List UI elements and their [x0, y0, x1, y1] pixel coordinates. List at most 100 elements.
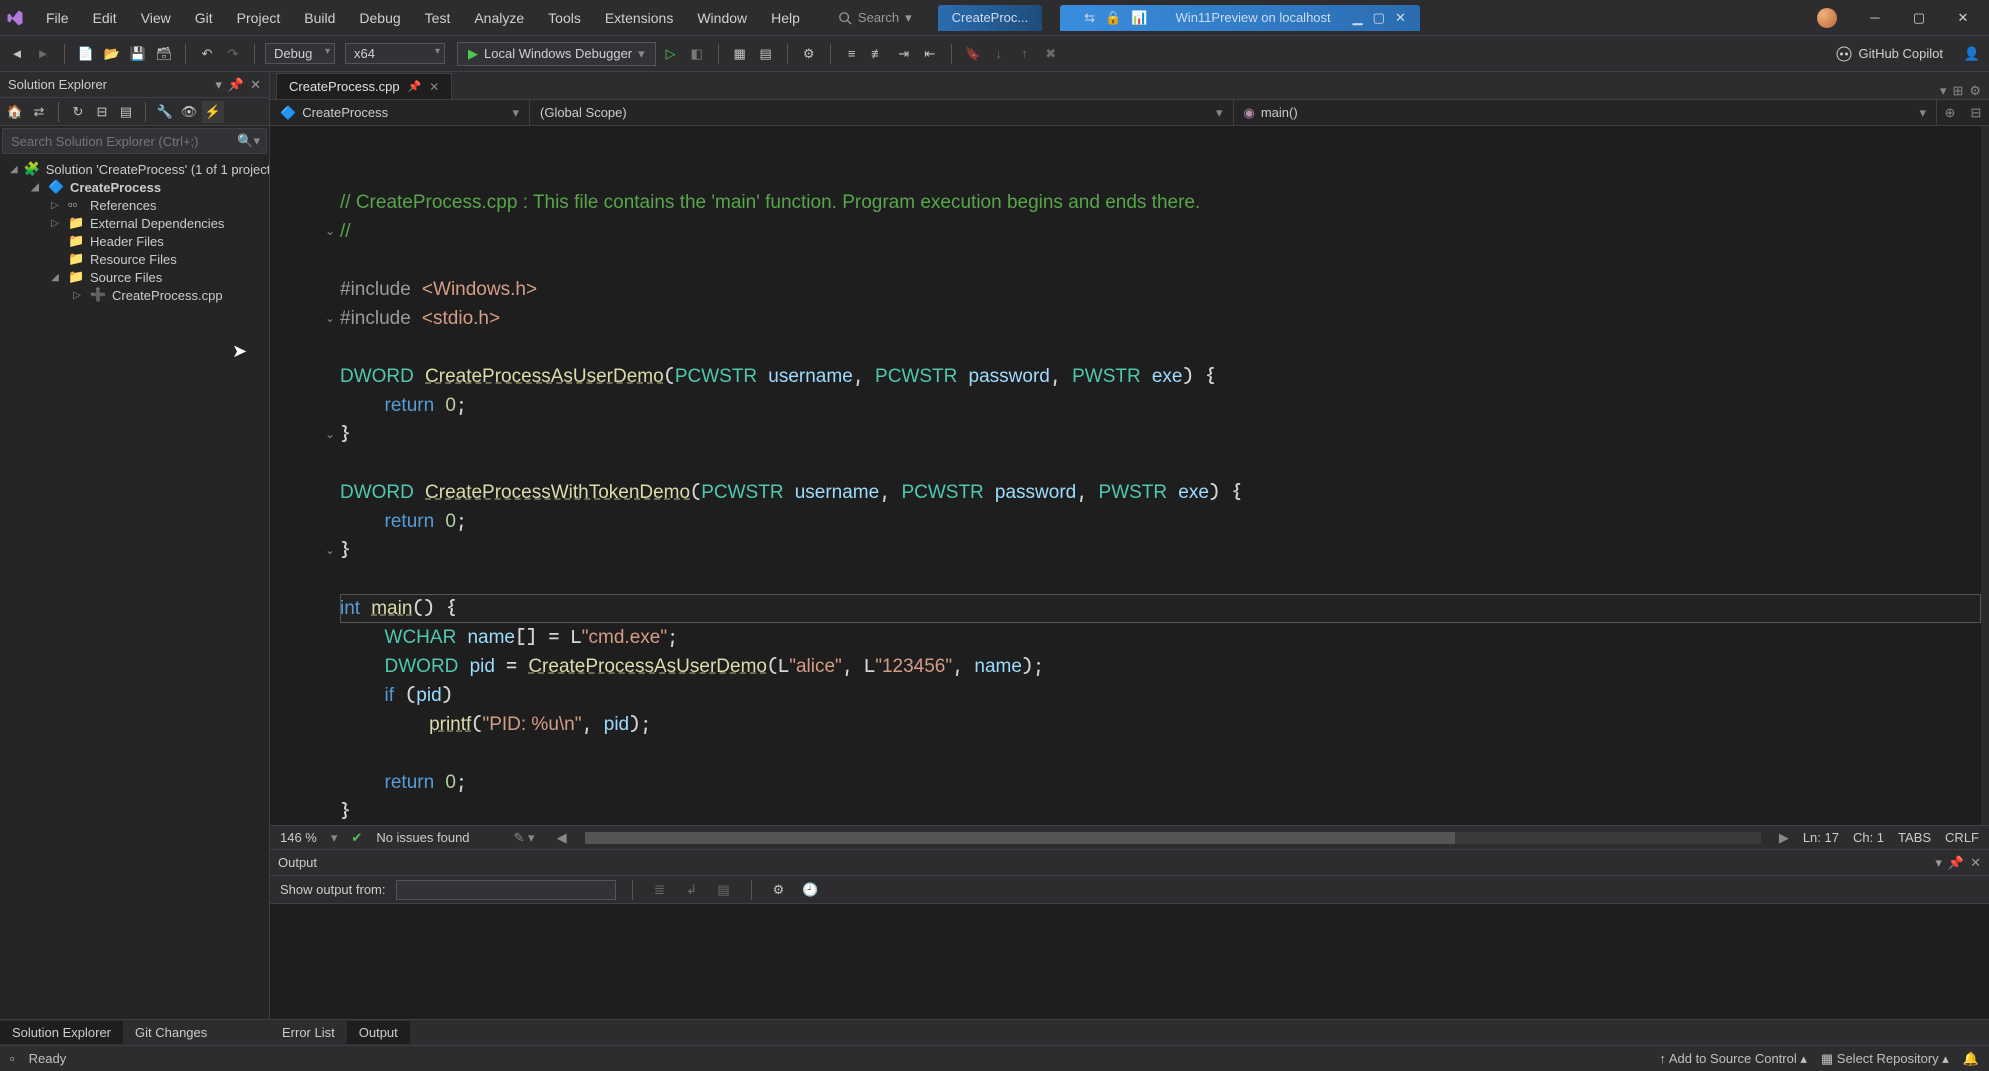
preview-icon[interactable]: 👁	[178, 101, 200, 123]
scope-function[interactable]: ◉ main() ▾	[1234, 100, 1938, 125]
save-all-icon[interactable]: 🗃	[153, 43, 175, 65]
panel-close-icon[interactable]: ✕	[250, 77, 261, 93]
project-node[interactable]: ◢ 🔷 CreateProcess	[0, 178, 269, 196]
code-editor[interactable]: ⌄ ⌄ ⌄ ⌄ // CreateProcess.cpp : This file…	[270, 126, 1989, 825]
panel-dropdown-icon[interactable]: ▾	[215, 77, 222, 93]
solution-search-input[interactable]	[3, 134, 231, 149]
scope-global[interactable]: (Global Scope) ▾	[530, 100, 1234, 125]
filter-icon[interactable]: ⚡	[202, 101, 224, 123]
tabs-mode[interactable]: TABS	[1898, 830, 1931, 845]
menu-window[interactable]: Window	[687, 6, 757, 30]
switch-views-icon[interactable]: ⇄	[28, 101, 50, 123]
outdent-icon[interactable]: ⇤	[919, 43, 941, 65]
indent-icon[interactable]: ⇥	[893, 43, 915, 65]
menu-test[interactable]: Test	[415, 6, 461, 30]
bookmark-icon[interactable]: 🔖	[962, 43, 984, 65]
menu-git[interactable]: Git	[185, 6, 223, 30]
remote-tab-local[interactable]: CreateProc...	[938, 5, 1043, 31]
split-editor-icon[interactable]: ⊕	[1937, 105, 1963, 121]
close-tab-icon[interactable]: ✕	[429, 80, 439, 94]
panel-pin-icon[interactable]: 📌	[228, 77, 244, 93]
tab-git-changes[interactable]: Git Changes	[123, 1021, 219, 1044]
line-number[interactable]: Ln: 17	[1803, 830, 1839, 845]
col-number[interactable]: Ch: 1	[1853, 830, 1884, 845]
select-repo[interactable]: ▦ Select Repository ▴	[1821, 1051, 1949, 1067]
menu-debug[interactable]: Debug	[349, 6, 410, 30]
prev-bm-icon[interactable]: ↑	[1014, 43, 1036, 65]
nav-back-icon[interactable]: ◄	[6, 43, 28, 65]
avatar[interactable]	[1817, 8, 1837, 28]
tab-split-icon[interactable]: ⊞	[1952, 83, 1963, 99]
platform-combo[interactable]: x64	[345, 43, 445, 64]
output-clock-icon[interactable]: 🕘	[800, 879, 822, 901]
output-clear-icon[interactable]: ≣	[649, 879, 671, 901]
github-copilot-button[interactable]: GitHub Copilot	[1822, 46, 1957, 62]
tab-opts-icon[interactable]: ⚙	[1969, 83, 1981, 99]
nav-fwd-icon[interactable]: ►	[32, 43, 54, 65]
tab-solution-explorer[interactable]: Solution Explorer	[0, 1021, 123, 1044]
uncomment-icon[interactable]: ≢	[867, 43, 889, 65]
menu-extensions[interactable]: Extensions	[595, 6, 683, 30]
sync-icon[interactable]: ↻	[67, 101, 89, 123]
window-maximize[interactable]: ▢	[1899, 3, 1939, 33]
brush-icon[interactable]: ✎ ▾	[514, 830, 535, 846]
tool-c-icon[interactable]: ⚙	[798, 43, 820, 65]
minimize-session-icon[interactable]: ▁	[1353, 10, 1363, 26]
menu-file[interactable]: File	[36, 6, 79, 30]
search-go-icon[interactable]: 🔍▾	[231, 133, 266, 149]
source-file-item[interactable]: ▷➕CreateProcess.cpp	[0, 286, 269, 304]
editor-scrollbar[interactable]	[1981, 126, 1989, 825]
header-files-node[interactable]: 📁Header Files	[0, 232, 269, 250]
start-debugging-button[interactable]: ▶ Local Windows Debugger ▾	[457, 42, 656, 66]
output-body[interactable]	[270, 904, 1989, 1019]
comment-icon[interactable]: ≡	[841, 43, 863, 65]
h-scroll-left[interactable]: ◀	[557, 830, 567, 846]
app-icon[interactable]: ◧	[686, 43, 708, 65]
pin-tab-icon[interactable]: 📌	[408, 80, 422, 93]
output-cog-icon[interactable]: ⚙	[768, 879, 790, 901]
editor-opts-icon[interactable]: ⊟	[1963, 105, 1989, 121]
line-endings[interactable]: CRLF	[1945, 830, 1979, 845]
output-dropdown-icon[interactable]: ▾	[1935, 855, 1942, 871]
tab-error-list[interactable]: Error List	[270, 1021, 347, 1044]
maximize-session-icon[interactable]: ▢	[1373, 10, 1385, 26]
close-session-icon[interactable]: ✕	[1395, 10, 1406, 26]
menu-help[interactable]: Help	[761, 6, 810, 30]
menu-edit[interactable]: Edit	[83, 6, 127, 30]
zoom-level[interactable]: 146 %	[280, 830, 317, 845]
external-deps-node[interactable]: ▷📁External Dependencies	[0, 214, 269, 232]
next-bm-icon[interactable]: ↓	[988, 43, 1010, 65]
tab-overflow-icon[interactable]: ▾	[1940, 83, 1947, 99]
home-icon[interactable]: 🏠	[4, 101, 26, 123]
tool-a-icon[interactable]: ▦	[729, 43, 751, 65]
window-minimize[interactable]: ─	[1855, 3, 1895, 33]
references-node[interactable]: ▷▫▫References	[0, 196, 269, 214]
scope-project[interactable]: 🔷 CreateProcess ▾	[270, 100, 530, 125]
properties-icon[interactable]: 🔧	[154, 101, 176, 123]
document-tab[interactable]: CreateProcess.cpp 📌 ✕	[276, 73, 452, 99]
save-icon[interactable]: 💾	[127, 43, 149, 65]
solution-root[interactable]: ◢ 🧩 Solution 'CreateProcess' (1 of 1 pro…	[0, 160, 269, 178]
menu-analyze[interactable]: Analyze	[464, 6, 534, 30]
share-icon[interactable]: 👤	[1961, 43, 1983, 65]
menu-project[interactable]: Project	[227, 6, 291, 30]
collapse-icon[interactable]: ⊟	[91, 101, 113, 123]
open-icon[interactable]: 📂	[101, 43, 123, 65]
notifications-icon[interactable]: 🔔	[1963, 1051, 1979, 1067]
undo-icon[interactable]: ↶	[196, 43, 218, 65]
redo-icon[interactable]: ↷	[222, 43, 244, 65]
resource-files-node[interactable]: 📁Resource Files	[0, 250, 269, 268]
clear-bm-icon[interactable]: ✖	[1040, 43, 1062, 65]
titlebar-search[interactable]: Search ▾	[830, 10, 920, 26]
output-pin-icon[interactable]: 📌	[1948, 855, 1964, 871]
horizontal-scrollbar[interactable]	[585, 832, 1761, 844]
h-scroll-right[interactable]: ▶	[1779, 830, 1789, 846]
tool-b-icon[interactable]: ▤	[755, 43, 777, 65]
window-close[interactable]: ✕	[1943, 3, 1983, 33]
config-combo[interactable]: Debug	[265, 43, 335, 64]
output-close-icon[interactable]: ✕	[1970, 855, 1981, 871]
start-without-debug-icon[interactable]: ▷	[660, 43, 682, 65]
output-wrap-icon[interactable]: ↲	[681, 879, 703, 901]
issues-label[interactable]: No issues found	[376, 830, 469, 845]
output-find-icon[interactable]: ▤	[713, 879, 735, 901]
